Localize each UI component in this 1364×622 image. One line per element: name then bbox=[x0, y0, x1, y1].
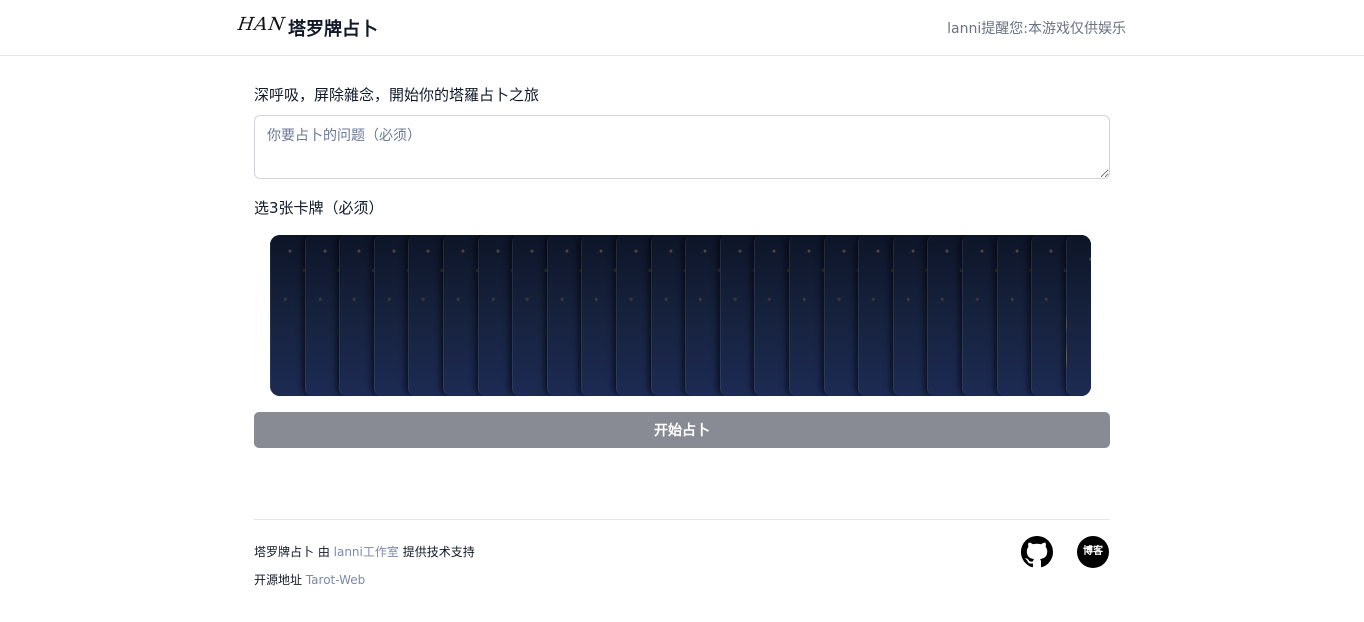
question-input[interactable] bbox=[254, 115, 1110, 179]
github-icon[interactable] bbox=[1021, 536, 1053, 568]
logo[interactable]: HAN bbox=[237, 14, 287, 35]
footer-source-prefix: 开源地址 bbox=[254, 573, 306, 587]
choose-cards-label: 选3张卡牌（必须） bbox=[254, 199, 384, 217]
tarot-card-back[interactable] bbox=[1065, 235, 1091, 396]
site-header: HAN 塔罗牌占卜 lanni提醒您:本游戏仅供娱乐 bbox=[0, 0, 1364, 56]
header-note: lanni提醒您:本游戏仅供娱乐 bbox=[947, 21, 1126, 37]
footer-source: 开源地址 Tarot-Web bbox=[254, 571, 365, 588]
start-divination-button[interactable]: 开始占卜 bbox=[254, 412, 1110, 448]
footer-credit-suffix: 提供技术支持 bbox=[398, 545, 475, 559]
footer-credit-prefix: 塔罗牌占卜 由 bbox=[254, 545, 334, 559]
card-deck[interactable] bbox=[270, 235, 1091, 396]
site-title[interactable]: 塔罗牌占卜 bbox=[288, 15, 378, 41]
intro-text: 深呼吸，屏除雜念，開始你的塔羅占卜之旅 bbox=[254, 86, 540, 104]
studio-link[interactable]: lanni工作室 bbox=[334, 545, 399, 559]
footer-divider bbox=[254, 519, 1110, 520]
github-logo-svg bbox=[1021, 536, 1053, 568]
blog-button[interactable]: 博客 bbox=[1077, 536, 1109, 568]
repo-link[interactable]: Tarot-Web bbox=[306, 573, 365, 587]
footer-credit: 塔罗牌占卜 由 lanni工作室 提供技术支持 bbox=[254, 543, 475, 560]
